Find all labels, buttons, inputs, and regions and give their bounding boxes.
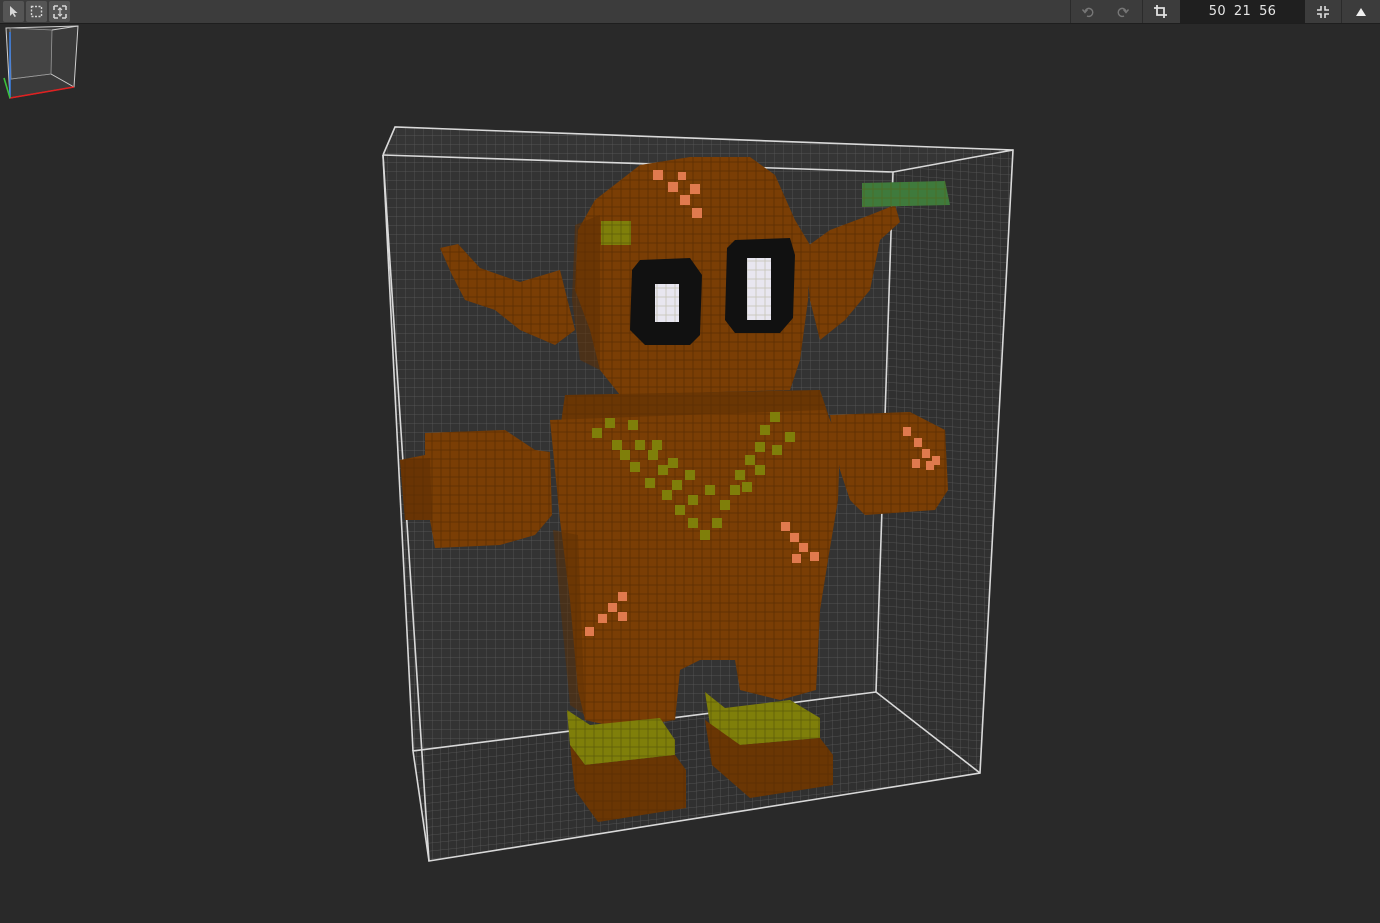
undo-button[interactable] (1077, 1, 1098, 22)
box-select-tool[interactable] (26, 1, 47, 22)
3d-viewport[interactable] (0, 24, 1380, 923)
redo-icon (1117, 7, 1129, 17)
resize-tool[interactable] (49, 1, 70, 22)
dimension-z: 56 (1259, 4, 1277, 19)
select-arrow-tool[interactable] (3, 1, 24, 22)
model-dimensions-readout: 50 21 56 (1180, 0, 1305, 23)
undo-icon (1081, 7, 1093, 17)
top-toolbar: 50 21 56 (0, 0, 1380, 24)
crop-icon (1154, 5, 1167, 18)
scene-canvas[interactable] (0, 24, 1380, 923)
menu-toggle-button[interactable] (1350, 1, 1371, 22)
crop-button[interactable] (1150, 1, 1171, 22)
dimension-y: 21 (1233, 4, 1252, 19)
orientation-cube-icon[interactable] (0, 24, 82, 102)
triangle-up-icon (1355, 7, 1366, 16)
voxel-editor: 50 21 56 (0, 0, 1380, 923)
expand-frame-icon (52, 4, 67, 19)
dashed-square-icon (30, 5, 43, 18)
cursor-arrow-icon (10, 6, 18, 17)
compress-icon (1316, 5, 1329, 18)
dimension-x: 50 (1208, 4, 1226, 19)
redo-button[interactable] (1112, 1, 1133, 22)
collapse-view-button[interactable] (1312, 1, 1333, 22)
